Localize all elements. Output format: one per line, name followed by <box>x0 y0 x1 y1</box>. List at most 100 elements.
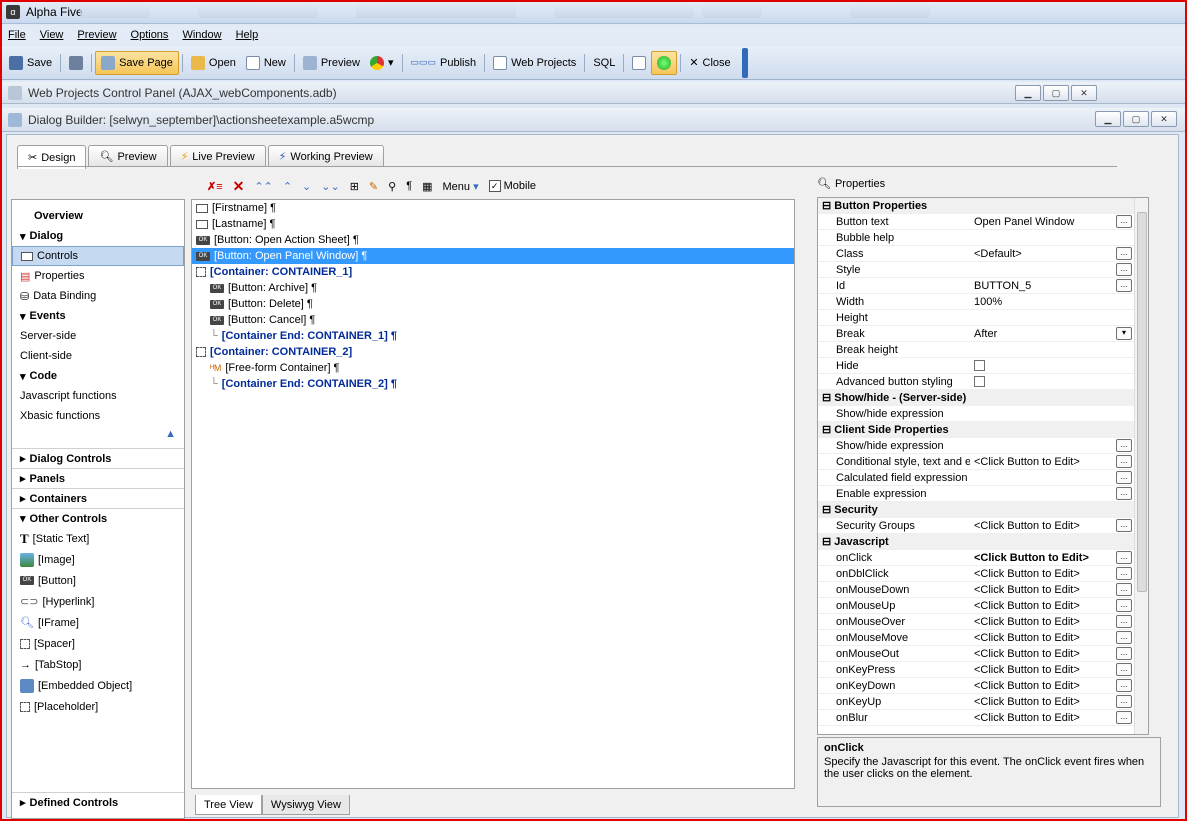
property-edit-button[interactable]: ... <box>1116 519 1132 532</box>
property-row[interactable]: onDblClick <Click Button to Edit>... <box>818 566 1148 582</box>
property-row[interactable]: Button text Open Panel Window... <box>818 214 1148 230</box>
image-item[interactable]: [Image] <box>12 549 184 570</box>
property-value[interactable]: Open Panel Window <box>970 216 1116 228</box>
move-down-icon[interactable]: ⌄ <box>302 180 311 193</box>
tree-row[interactable]: [Firstname] ¶ <box>192 200 794 216</box>
minimize-button[interactable]: ▁ <box>1015 85 1041 101</box>
menu-view[interactable]: View <box>40 29 64 41</box>
font-button[interactable] <box>627 51 651 75</box>
property-row[interactable]: Hide <box>818 358 1148 374</box>
property-value[interactable]: <Default> <box>970 248 1116 260</box>
publish-button[interactable]: ▭▭▭ Publish <box>406 51 482 75</box>
property-value[interactable]: <Click Button to Edit> <box>970 616 1116 628</box>
property-row[interactable]: onMouseDown <Click Button to Edit>... <box>818 582 1148 598</box>
panels-group[interactable]: ▸ Panels <box>12 468 184 488</box>
property-row[interactable]: onMouseOut <Click Button to Edit>... <box>818 646 1148 662</box>
delete-icon[interactable]: ✕ <box>233 178 245 195</box>
menu-dropdown[interactable]: Menu ▾ <box>443 180 479 193</box>
spacer-item[interactable]: [Spacer] <box>12 633 184 654</box>
overview-item[interactable]: Overview <box>12 206 184 226</box>
defined-controls-group[interactable]: ▸ Defined Controls <box>12 792 184 812</box>
move-top-icon[interactable]: ⌃⌃ <box>254 180 272 193</box>
save-page-button[interactable]: Save Page <box>95 50 179 75</box>
containers-group[interactable]: ▸ Containers <box>12 488 184 508</box>
property-row[interactable]: Class <Default>... <box>818 246 1148 262</box>
property-edit-button[interactable]: ... <box>1116 663 1132 676</box>
controls-item[interactable]: Controls <box>12 246 184 266</box>
scrollbar-thumb[interactable] <box>1137 212 1147 592</box>
property-edit-button[interactable]: ... <box>1116 647 1132 660</box>
property-edit-button[interactable]: ... <box>1116 247 1132 260</box>
status-button[interactable] <box>651 50 678 75</box>
close-window-button[interactable]: ✕ <box>1071 85 1097 101</box>
placeholder-item[interactable]: [Placeholder] <box>12 696 184 717</box>
tree-row[interactable]: ᴴM [Free-form Container] ¶ <box>192 360 794 376</box>
property-category[interactable]: ⊟ Show/hide - (Server-side) <box>818 390 1148 406</box>
print-button[interactable] <box>64 51 88 75</box>
property-row[interactable]: onClick <Click Button to Edit>... <box>818 550 1148 566</box>
move-bottom-icon[interactable]: ⌄⌄ <box>321 180 339 193</box>
menu-preview[interactable]: Preview <box>77 29 116 41</box>
maximize-button[interactable]: ▢ <box>1123 111 1149 127</box>
browser-button[interactable]: ▾ <box>365 51 399 75</box>
property-value[interactable]: <Click Button to Edit> <box>970 632 1116 644</box>
open-button[interactable]: Open <box>186 51 241 75</box>
property-value[interactable]: <Click Button to Edit> <box>970 600 1116 612</box>
tree-row[interactable]: OK [Button: Cancel] ¶ <box>192 312 794 328</box>
maximize-button[interactable]: ▢ <box>1043 85 1069 101</box>
tree-row[interactable]: └ [Container End: CONTAINER_1] ¶ <box>192 328 794 344</box>
property-row[interactable]: onMouseUp <Click Button to Edit>... <box>818 598 1148 614</box>
property-row[interactable]: Style... <box>818 262 1148 278</box>
button-item[interactable]: OK [Button] <box>12 570 184 591</box>
property-value[interactable]: After <box>970 328 1116 340</box>
property-value[interactable]: <Click Button to Edit> <box>970 696 1116 708</box>
property-edit-button[interactable]: ... <box>1116 215 1132 228</box>
property-row[interactable]: Break After ▾ <box>818 326 1148 342</box>
property-edit-button[interactable]: ... <box>1116 279 1132 292</box>
static-text-item[interactable]: T [Static Text] <box>12 528 184 549</box>
tree-row[interactable]: OK [Button: Open Action Sheet] ¶ <box>192 232 794 248</box>
close-window-button[interactable]: ✕ <box>1151 111 1177 127</box>
tree-row[interactable]: [Lastname] ¶ <box>192 216 794 232</box>
dialog-section[interactable]: ▾ Dialog <box>12 226 184 246</box>
dialog-controls-group[interactable]: ▸ Dialog Controls <box>12 448 184 468</box>
property-row[interactable]: onKeyUp <Click Button to Edit>... <box>818 694 1148 710</box>
property-category[interactable]: ⊟ Javascript <box>818 534 1148 550</box>
pilcrow-icon[interactable]: ¶ <box>406 180 412 192</box>
property-checkbox[interactable] <box>974 360 985 371</box>
sql-button[interactable]: SQL <box>588 51 620 75</box>
property-edit-button[interactable]: ... <box>1116 695 1132 708</box>
property-row[interactable]: Show/hide expression... <box>818 438 1148 454</box>
minimize-button[interactable]: ▁ <box>1095 111 1121 127</box>
properties-scrollbar[interactable] <box>1134 198 1148 734</box>
javascript-functions-item[interactable]: Javascript functions <box>12 386 184 406</box>
property-value[interactable]: 100% <box>970 296 1116 308</box>
tab-live-preview[interactable]: ⚡︎ Live Preview <box>169 145 266 167</box>
preview-button[interactable]: Preview <box>298 51 365 75</box>
tree-row[interactable]: OK [Button: Delete] ¶ <box>192 296 794 312</box>
property-edit-button[interactable]: ... <box>1116 263 1132 276</box>
property-row[interactable]: onMouseOver <Click Button to Edit>... <box>818 614 1148 630</box>
menu-options[interactable]: Options <box>131 29 169 41</box>
tab-preview[interactable]: 🔍︎ Preview <box>88 145 168 167</box>
move-up-icon[interactable]: ⌃ <box>283 180 292 193</box>
property-category[interactable]: ⊟ Security <box>818 502 1148 518</box>
property-edit-button[interactable]: ... <box>1116 567 1132 580</box>
close-button[interactable]: ✕ Close <box>684 51 735 75</box>
iframe-item[interactable]: 🔍︎ [IFrame] <box>12 612 184 633</box>
new-button[interactable]: New <box>241 51 291 75</box>
grid-icon[interactable]: ▦ <box>422 180 432 193</box>
code-section[interactable]: ▾ Code <box>12 366 184 386</box>
find-icon[interactable]: ⚲ <box>388 180 396 193</box>
tree-row[interactable]: OK [Button: Archive] ¶ <box>192 280 794 296</box>
property-edit-button[interactable]: ... <box>1116 455 1132 468</box>
property-edit-button[interactable]: ... <box>1116 551 1132 564</box>
tab-wysiwyg-view[interactable]: Wysiwyg View <box>261 795 350 815</box>
property-edit-button[interactable]: ... <box>1116 583 1132 596</box>
property-row[interactable]: Security Groups <Click Button to Edit>... <box>818 518 1148 534</box>
property-value[interactable] <box>970 360 1116 371</box>
property-row[interactable]: Break height <box>818 342 1148 358</box>
property-row[interactable]: Width 100% <box>818 294 1148 310</box>
save-button[interactable]: Save <box>4 51 57 75</box>
data-binding-item[interactable]: ⛁ Data Binding <box>12 286 184 306</box>
